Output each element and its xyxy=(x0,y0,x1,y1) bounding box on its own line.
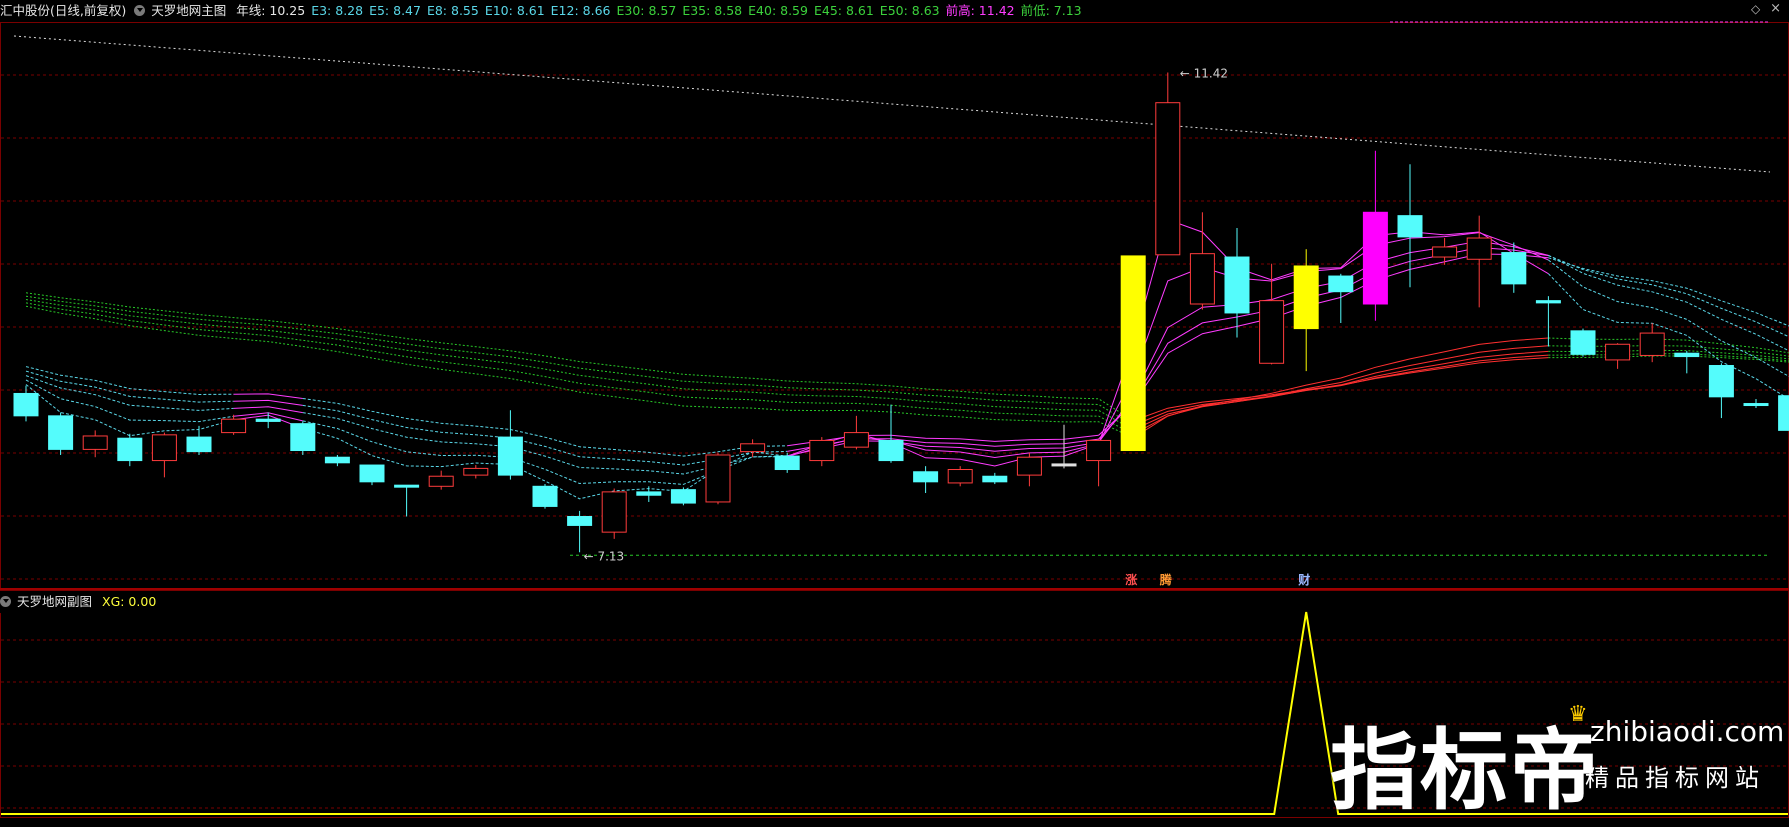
candle-body xyxy=(774,455,800,471)
candle-body xyxy=(705,454,731,503)
ema-value-2: E5: 8.47 xyxy=(369,3,421,18)
xg-value: XG: 0.00 xyxy=(102,594,157,609)
candle-body xyxy=(359,464,385,483)
candle-body xyxy=(324,456,350,464)
ema-value-5: E12: 8.66 xyxy=(550,3,611,18)
candle-body xyxy=(982,475,1008,483)
candle-body xyxy=(428,475,454,487)
dropdown-icon[interactable] xyxy=(134,5,146,16)
candle-body xyxy=(82,435,108,450)
candle-body xyxy=(532,485,558,507)
candle-body xyxy=(1362,211,1388,305)
ema-values: 年线: 10.25 E3: 8.28 E5: 8.47 E8: 8.55 E10: 8.… xyxy=(236,3,1087,18)
ema-value-7: E35: 8.58 xyxy=(682,3,743,18)
candle-body xyxy=(947,469,973,484)
crown-icon: ♛ xyxy=(1568,702,1588,727)
candle-body xyxy=(394,484,420,488)
candle-body xyxy=(48,415,74,450)
candle-body xyxy=(1778,395,1789,431)
candle-body xyxy=(670,489,696,504)
candle-body xyxy=(13,392,39,417)
candle-body xyxy=(1674,352,1700,358)
candle-body xyxy=(740,443,766,453)
candle-body xyxy=(1535,300,1561,304)
candle-body xyxy=(497,436,523,476)
ema-value-9: E45: 8.61 xyxy=(813,3,874,18)
watermark-slogan: 精品指标网站 xyxy=(1585,764,1765,792)
candle-body xyxy=(1708,365,1734,398)
candle-body xyxy=(567,515,593,526)
candle-body xyxy=(1224,256,1250,314)
candle-body xyxy=(636,491,662,496)
candle-body xyxy=(1501,252,1527,285)
signal-marker: 财 xyxy=(1297,572,1310,587)
candle-body xyxy=(843,432,869,448)
main-pane[interactable] xyxy=(0,22,1789,589)
diamond-icon[interactable]: ◇ xyxy=(1751,3,1763,15)
candle-body xyxy=(878,439,904,462)
candle-body xyxy=(1466,237,1492,260)
ema-value-11: 前高: 11.42 xyxy=(945,3,1015,18)
candle-body xyxy=(1016,456,1042,476)
main-indicator-dropdown[interactable]: 天罗地网主图 xyxy=(134,3,230,18)
candle-body xyxy=(1189,253,1215,305)
candle-body xyxy=(1086,439,1112,462)
ema-value-8: E40: 8.59 xyxy=(748,3,808,18)
candle-body xyxy=(1051,463,1077,467)
candle-body xyxy=(151,434,177,462)
watermark-url: zhibiaodi.com xyxy=(1590,715,1785,748)
sub-indicator-dropdown[interactable]: 天罗地网副图 xyxy=(0,594,96,609)
candle-body xyxy=(1293,265,1319,330)
candle-body xyxy=(290,423,316,452)
ema-value-3: E8: 8.55 xyxy=(426,3,479,18)
candle-body xyxy=(1605,343,1631,361)
candle-body xyxy=(1397,215,1423,238)
close-icon[interactable]: × xyxy=(1770,2,1781,16)
main-indicator-name: 天罗地网主图 xyxy=(151,3,227,18)
candle-body xyxy=(601,491,627,533)
candle-body xyxy=(1120,255,1146,452)
candle-body xyxy=(221,418,247,434)
chart-frame: ← 11.42 ← 7.13 涨 腾 财 xyxy=(0,21,1789,818)
sub-header: 天罗地网副图 XG: 0.00 xyxy=(0,591,163,613)
dropdown-icon[interactable] xyxy=(0,596,11,607)
stock-name: 汇中股份(日线,前复权) xyxy=(0,3,127,18)
ema-value-4: E10: 8.61 xyxy=(484,3,545,18)
candle-body xyxy=(1259,300,1285,364)
high-price-label: ← 11.42 xyxy=(1180,66,1228,80)
candle-body xyxy=(1155,102,1181,256)
candle-body xyxy=(186,436,212,453)
candle-body xyxy=(463,467,489,476)
signal-marker: 腾 xyxy=(1159,572,1173,587)
candle-body xyxy=(1743,403,1769,407)
ema-value-1: E3: 8.28 xyxy=(311,3,364,18)
ema-value-6: E30: 8.57 xyxy=(616,3,677,18)
ema-value-10: E50: 8.63 xyxy=(879,3,940,18)
candle-body xyxy=(809,439,835,462)
low-price-label: ← 7.13 xyxy=(584,549,625,563)
sub-indicator-name: 天罗地网副图 xyxy=(17,594,93,609)
watermark-logo: 指标帝 xyxy=(1330,719,1601,822)
main-header: 汇中股份(日线,前复权) 天罗地网主图 年线: 10.25 E3: 8.28 E5:… xyxy=(0,0,1088,22)
ema-value-12: 前低: 7.13 xyxy=(1020,3,1082,18)
candle-body xyxy=(1570,330,1596,355)
candle-body xyxy=(913,471,939,483)
candle-body xyxy=(255,418,281,422)
candle-body xyxy=(1328,275,1354,293)
candle-body xyxy=(1432,246,1458,258)
candle-body xyxy=(117,437,143,462)
ema-value-0: 年线: 10.25 xyxy=(236,3,306,18)
candle-body xyxy=(1639,332,1665,356)
signal-marker: 涨 xyxy=(1125,572,1137,587)
